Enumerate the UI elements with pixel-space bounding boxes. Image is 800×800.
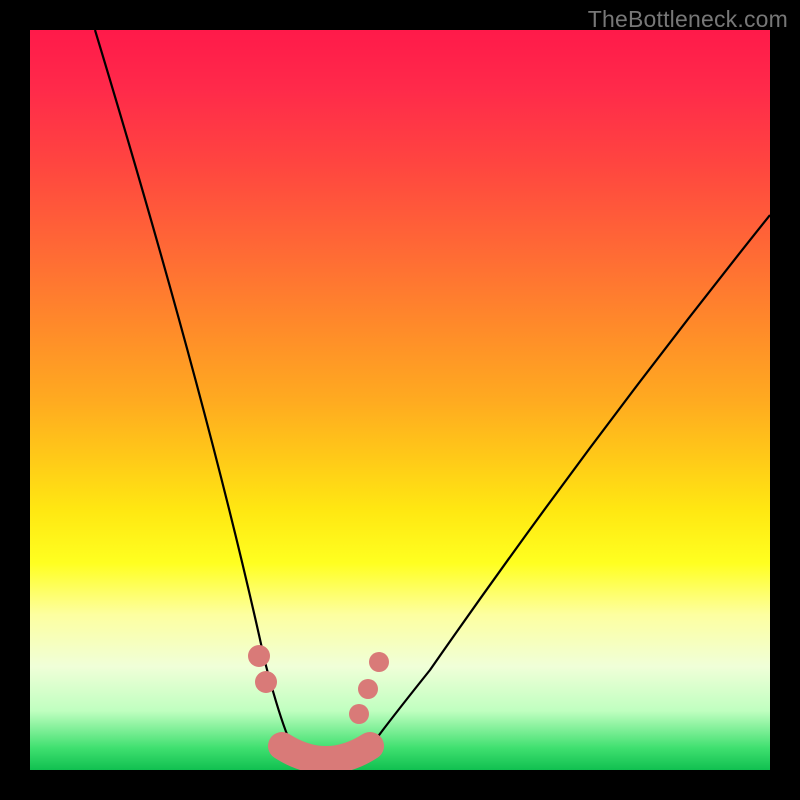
plot-area	[30, 30, 770, 770]
dot-left-2	[255, 671, 277, 693]
watermark-text: TheBottleneck.com	[588, 6, 788, 33]
dot-right-3	[349, 704, 369, 724]
right-curve	[360, 215, 770, 762]
dot-right-2	[358, 679, 378, 699]
chart-container: TheBottleneck.com	[0, 0, 800, 800]
dot-left-1	[248, 645, 270, 667]
dot-right-1	[369, 652, 389, 672]
left-curve	[95, 30, 302, 762]
chart-svg	[30, 30, 770, 770]
bottom-join	[282, 746, 370, 760]
